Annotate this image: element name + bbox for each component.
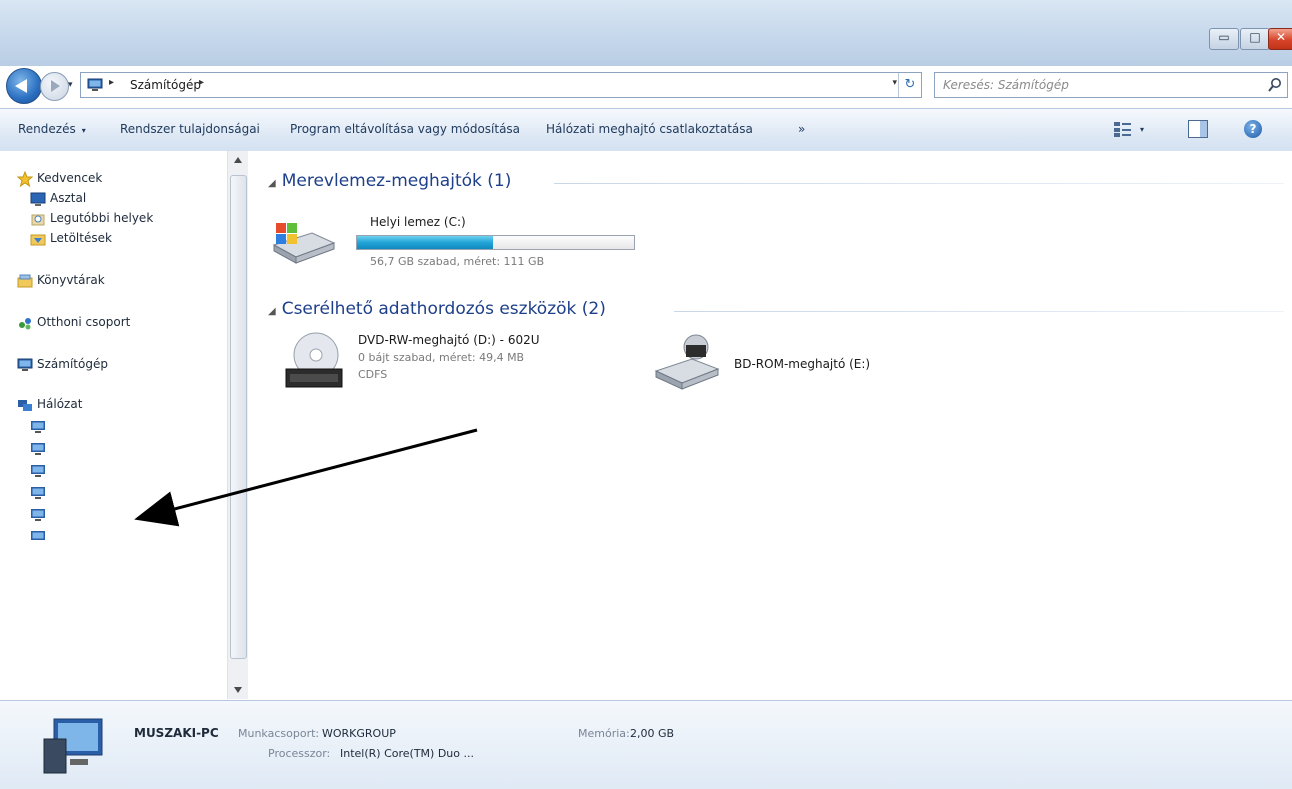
- navigation-pane: Kedvencek Asztal Legutóbbi helyek Letölt…: [0, 151, 248, 699]
- details-pane: MUSZAKI-PC Munkacsoport: WORKGROUP Memór…: [0, 700, 1292, 789]
- pc-name: MUSZAKI-PC: [134, 726, 219, 740]
- forward-button[interactable]: [40, 72, 69, 101]
- group-header-hard-drives[interactable]: ◢ Merevlemez-meghajtók (1): [268, 171, 511, 191]
- nav-scrollbar[interactable]: [227, 151, 248, 699]
- drive-d[interactable]: DVD-RW-meghajtó (D:) - 602U 0 bájt szaba…: [284, 331, 644, 395]
- address-bar[interactable]: ▸ Számítógép ▸ ▾ ↻: [80, 72, 922, 98]
- nav-label: Letöltések: [50, 231, 112, 245]
- homegroup-icon: [19, 318, 31, 330]
- group-title: Cserélhető adathordozós eszközök (2): [281, 299, 606, 319]
- nav-label: Otthoni csoport: [37, 315, 131, 329]
- breadcrumb-computer[interactable]: Számítógép: [130, 78, 201, 92]
- dvd-drive-icon: [285, 332, 343, 388]
- network-icon: [18, 400, 32, 411]
- memory-label: Memória:: [578, 727, 630, 740]
- maximize-button[interactable]: □: [1240, 28, 1270, 50]
- maximize-icon: □: [1249, 30, 1261, 44]
- collapse-icon: ◢: [268, 306, 276, 317]
- preview-pane-icon[interactable]: [1188, 120, 1208, 138]
- help-icon[interactable]: ?: [1244, 120, 1262, 138]
- libraries-icon: [17, 274, 33, 288]
- search-box[interactable]: Keresés: Számítógép: [934, 72, 1288, 98]
- computer-icon: [31, 465, 45, 477]
- search-icon[interactable]: [1267, 77, 1283, 93]
- minimize-icon: ▭: [1218, 30, 1230, 44]
- drive-e[interactable]: BD-ROM-meghajtó (E:): [652, 331, 992, 395]
- organize-button[interactable]: Rendezés ▾: [18, 122, 86, 136]
- drive-c-name: Helyi lemez (C:): [370, 215, 466, 229]
- group-header-removable[interactable]: ◢ Cserélhető adathordozós eszközök (2): [268, 299, 606, 319]
- minimize-button[interactable]: ▭: [1209, 28, 1239, 50]
- search-input[interactable]: Keresés: Számítógép: [943, 78, 1069, 92]
- computer-icon: [17, 358, 33, 371]
- view-dropdown[interactable]: ▾: [1140, 125, 1144, 134]
- back-button[interactable]: [6, 68, 42, 104]
- drive-c-info: 56,7 GB szabad, méret: 111 GB: [370, 255, 545, 268]
- computer-icon: [31, 487, 45, 499]
- refresh-button[interactable]: ↻: [898, 73, 921, 97]
- collapse-icon: ◢: [268, 178, 276, 189]
- computer-icon: [31, 421, 45, 433]
- command-bar: Rendezés ▾ Rendszer tulajdonságai Program…: [0, 108, 1292, 152]
- nav-label: Legutóbbi helyek: [50, 211, 154, 225]
- more-commands-button[interactable]: »: [798, 122, 805, 136]
- desktop-icon: [30, 192, 46, 206]
- computer-icon: [87, 78, 103, 91]
- drive-c-usage-bar: [356, 235, 635, 250]
- workgroup-value: WORKGROUP: [322, 727, 396, 740]
- uninstall-program-button[interactable]: Program eltávolítása vagy módosítása: [290, 122, 520, 136]
- workgroup-label: Munkacsoport:: [238, 727, 320, 740]
- nav-label: Hálózat: [37, 397, 83, 411]
- address-dropdown[interactable]: ▾: [892, 78, 897, 88]
- content-area: ◢ Merevlemez-meghajtók (1) Helyi lemez (C…: [254, 151, 1292, 699]
- chevron-down-icon: ▾: [81, 126, 86, 135]
- scroll-thumb[interactable]: [230, 175, 247, 659]
- group-divider: [674, 311, 1284, 312]
- group-title: Merevlemez-meghajtók (1): [281, 171, 512, 191]
- drive-d-info: 0 bájt szabad, méret: 49,4 MB: [358, 351, 525, 364]
- computer-icon: [31, 443, 45, 455]
- scroll-down-icon[interactable]: [234, 687, 242, 693]
- nav-label: Számítógép: [37, 357, 108, 371]
- group-divider: [554, 183, 1284, 184]
- drive-d-filesystem: CDFS: [358, 368, 388, 381]
- drive-d-name: DVD-RW-meghajtó (D:) - 602U: [358, 333, 540, 347]
- processor-label: Processzor:: [268, 747, 331, 760]
- recent-pages-dropdown[interactable]: ▾: [68, 80, 73, 90]
- nav-label: Asztal: [50, 191, 87, 205]
- nav-label: Könyvtárak: [37, 273, 105, 287]
- drive-c-usage-fill: [357, 236, 493, 249]
- close-button[interactable]: ✕: [1268, 28, 1292, 50]
- close-icon: ✕: [1275, 30, 1287, 44]
- breadcrumb-separator[interactable]: ▸: [199, 77, 204, 88]
- change-view-icon[interactable]: [1112, 120, 1134, 138]
- map-network-drive-button[interactable]: Hálózati meghajtó csatlakoztatása: [546, 122, 753, 136]
- processor-value: Intel(R) Core(TM) Duo ...: [340, 747, 474, 760]
- scroll-up-icon[interactable]: [234, 157, 242, 163]
- hard-drive-icon: [272, 223, 336, 264]
- memory-value: 2,00 GB: [630, 727, 675, 740]
- computer-icon: [31, 509, 45, 521]
- star-icon: [17, 171, 33, 187]
- bd-rom-drive-icon: [654, 334, 720, 390]
- nav-label: Kedvencek: [37, 171, 103, 185]
- computer-icon: [31, 531, 45, 540]
- explorer-window: ▭ □ ✕ ▾ ▸ Számítógép ▸ ▾ ↻ Keresés: Szám…: [0, 0, 1292, 789]
- computer-icon: [43, 718, 103, 774]
- breadcrumb-separator[interactable]: ▸: [109, 77, 114, 88]
- system-properties-button[interactable]: Rendszer tulajdonságai: [120, 122, 260, 136]
- recent-places-icon: [31, 214, 45, 226]
- organize-label: Rendezés: [18, 122, 76, 136]
- downloads-folder-icon: [30, 234, 46, 246]
- title-bar: ▭ □ ✕: [0, 0, 1292, 66]
- drive-e-name: BD-ROM-meghajtó (E:): [734, 357, 871, 371]
